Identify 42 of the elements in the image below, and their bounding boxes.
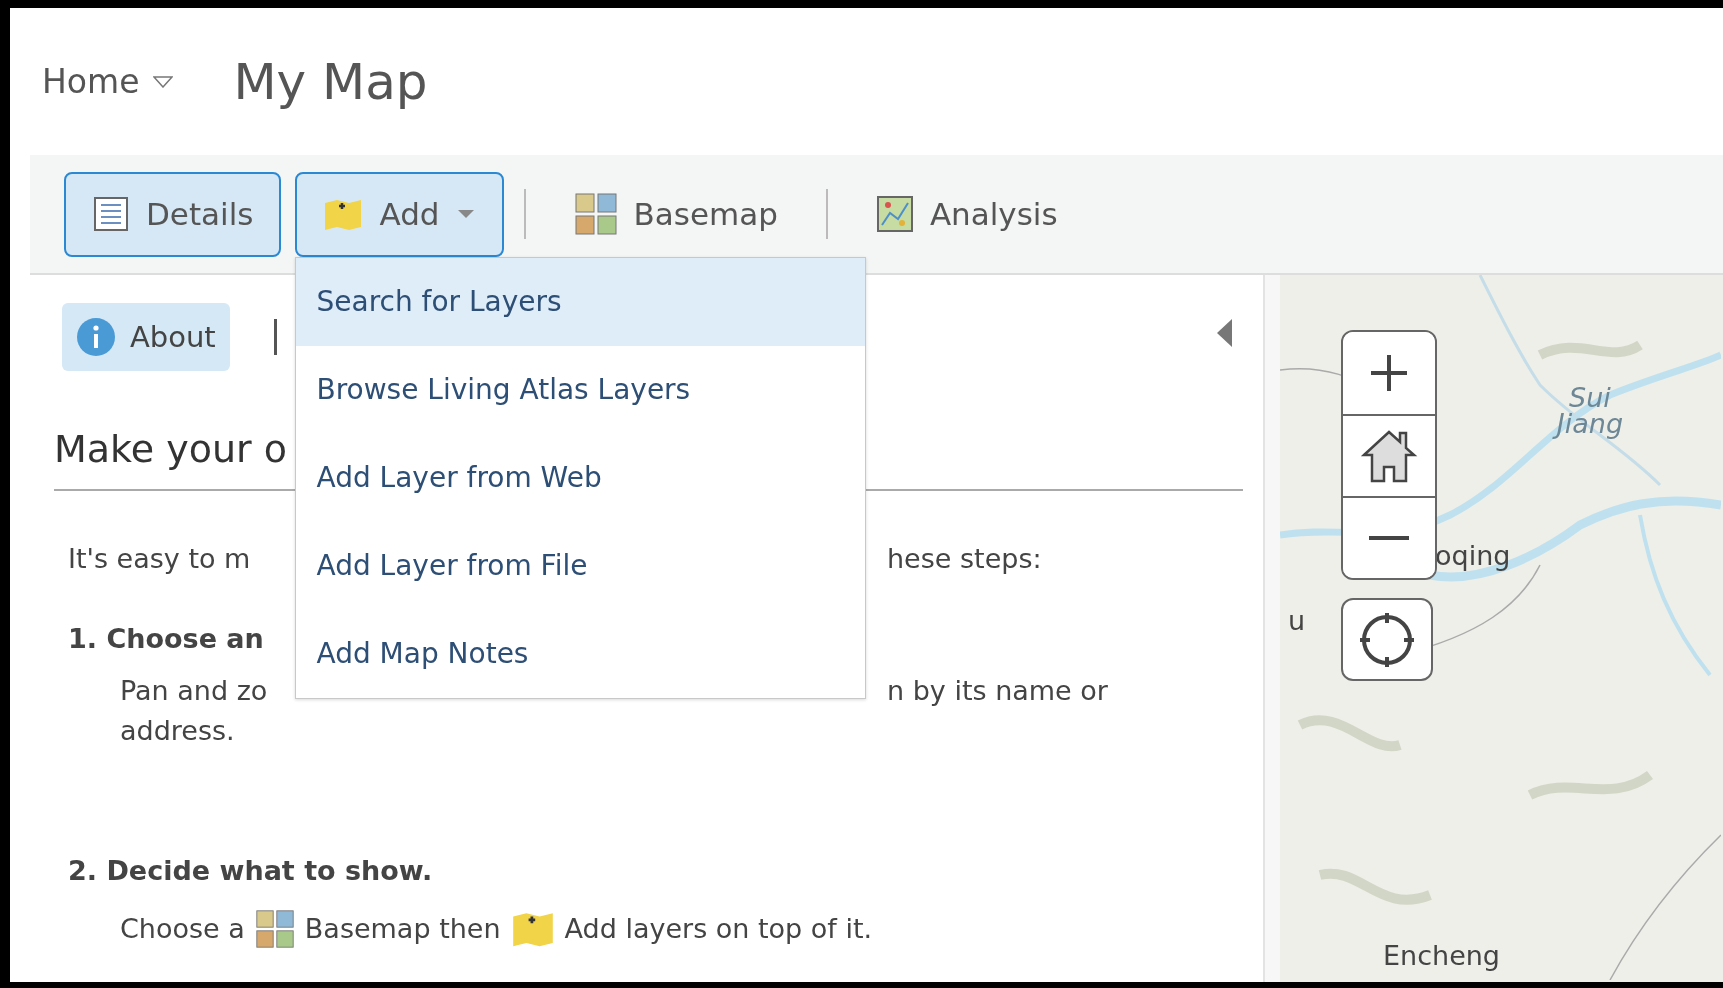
menu-item[interactable]: Browse Living Atlas Layers [296,345,866,434]
plus-icon [1369,353,1409,393]
info-icon [76,317,116,357]
map-view[interactable]: Sui Jiang oqing u Encheng [1280,275,1723,982]
crosshair-icon [1359,611,1415,668]
caret-down-icon [153,75,174,88]
intro-text: hese steps: [887,542,1043,576]
place-label: oqing [1435,543,1511,569]
menu-item[interactable]: Add Map Notes [296,609,866,698]
step-text: n by its name or [887,674,1109,708]
map-title: My Map [233,52,428,111]
basemap-grid-icon [573,192,618,236]
menu-item[interactable]: Search for Layers [296,257,866,346]
locate-button[interactable] [1341,598,1433,681]
analysis-button[interactable]: Analysis [847,171,1086,257]
home-icon [1360,429,1418,483]
add-layer-icon [323,197,364,231]
add-layer-icon [510,910,555,948]
document-list-icon [92,195,130,233]
menu-item[interactable]: Add Layer from Web [296,433,866,522]
step-text: Choose a [120,912,245,946]
minus-icon [1369,535,1409,541]
about-tab[interactable]: About [62,303,230,371]
details-button[interactable]: Details [64,171,282,257]
river-label: Sui Jiang [1550,385,1630,437]
home-menu[interactable]: Home [42,62,174,101]
step-text: Add layers on top of it. [564,912,873,946]
analysis-map-icon [875,195,914,233]
collapse-left-icon[interactable] [1217,319,1233,347]
zoom-out-button[interactable] [1343,496,1435,578]
basemap-grid-icon [254,909,295,949]
step-text: address. [120,714,236,748]
add-button[interactable]: Add [295,171,504,257]
intro-text: It's easy to m [68,542,252,576]
step-text: Pan and zo [120,674,269,708]
place-label: Encheng [1383,943,1500,969]
menu-item[interactable]: Add Layer from File [296,521,866,610]
basemap-button[interactable]: Basemap [545,171,806,257]
step-text: Basemap then [304,912,501,946]
step-title: 1. Choose an [68,622,265,656]
step-title: 2. Decide what to show. [68,854,434,888]
place-label: u [1288,608,1306,634]
